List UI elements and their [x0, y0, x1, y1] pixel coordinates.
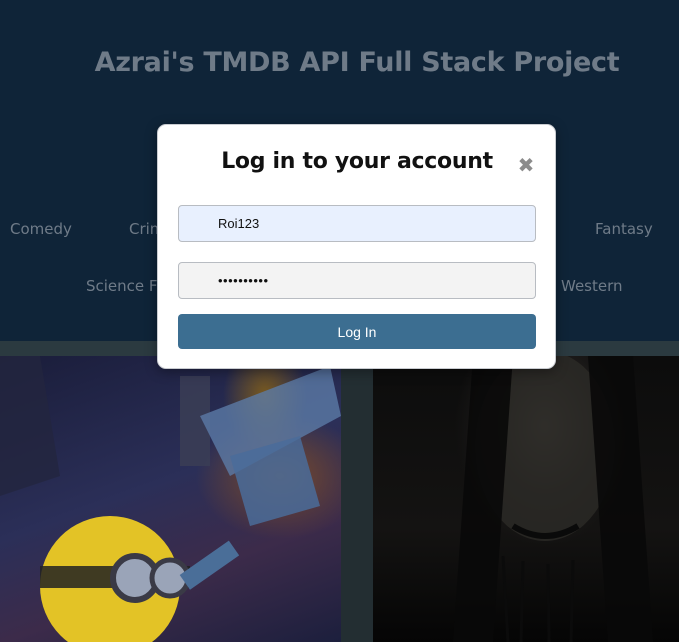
password-input[interactable] [178, 262, 536, 299]
close-icon[interactable]: ✖ [514, 153, 538, 177]
modal-title: Log in to your account [221, 149, 493, 174]
login-modal: Log in to your account ✖ Log In [157, 124, 556, 369]
login-button[interactable]: Log In [178, 314, 536, 349]
username-input[interactable] [178, 205, 536, 242]
